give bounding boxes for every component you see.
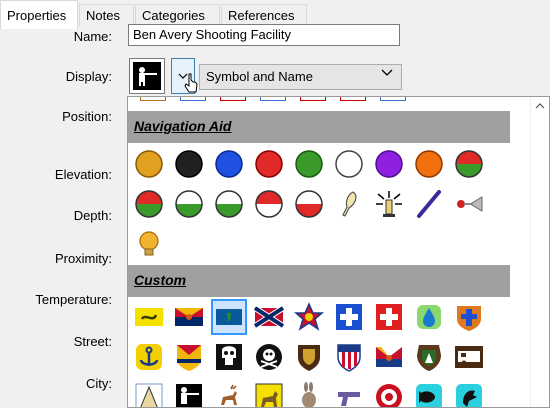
tipi-icon[interactable] <box>133 381 165 407</box>
deer-icon[interactable] <box>213 381 245 407</box>
black-circle-icon[interactable] <box>173 148 205 180</box>
daymark-stick-icon[interactable] <box>413 188 445 220</box>
shield-icon[interactable] <box>293 341 325 373</box>
symbol-picker[interactable]: Navigation Aid Custom <box>127 96 550 408</box>
chevron-down-icon <box>381 69 393 76</box>
orange-circle-icon[interactable] <box>413 148 445 180</box>
anchor-icon[interactable] <box>133 341 165 373</box>
green-red-circle-icon[interactable] <box>133 188 165 220</box>
red-circle-icon[interactable] <box>253 148 285 180</box>
arizona-shield-icon[interactable] <box>373 341 405 373</box>
shield-cross-icon[interactable] <box>453 301 485 333</box>
fish-icon[interactable] <box>413 381 445 407</box>
confederate-flag-icon[interactable] <box>253 301 285 333</box>
symbol-preview[interactable] <box>129 58 165 94</box>
green-circle-icon[interactable] <box>293 148 325 180</box>
shooting-range-icon[interactable] <box>373 381 405 407</box>
skull-crossbones-icon[interactable] <box>253 341 285 373</box>
blue-circle-icon[interactable] <box>213 148 245 180</box>
water-drop-icon[interactable] <box>413 301 445 333</box>
bird-icon[interactable] <box>453 381 485 407</box>
arizona-flag-icon[interactable] <box>173 301 205 333</box>
light-beacon-icon[interactable] <box>373 188 405 220</box>
position-label: Position: <box>62 109 112 124</box>
red-white-circle-icon[interactable] <box>293 188 325 220</box>
feather-icon[interactable] <box>333 188 365 220</box>
scroll-up-icon[interactable] <box>535 101 545 111</box>
moose-icon[interactable] <box>253 381 285 407</box>
rv-camper-icon[interactable] <box>453 341 485 373</box>
pistol-icon[interactable] <box>333 381 365 407</box>
swiss-cross-icon[interactable] <box>373 301 405 333</box>
vermont-flag-icon[interactable] <box>211 299 247 335</box>
shooter-icon <box>133 62 161 90</box>
display-select-value: Symbol and Name <box>206 69 313 84</box>
rabbit-icon[interactable] <box>293 381 325 407</box>
blue-cross-icon[interactable] <box>333 301 365 333</box>
red-green-circle-icon[interactable] <box>453 148 485 180</box>
tab-properties[interactable]: Properties <box>0 0 78 29</box>
name-label: Name: <box>73 29 112 44</box>
proximity-label: Proximity: <box>54 251 112 266</box>
amber-circle-icon[interactable] <box>133 148 165 180</box>
white-green-circle-icon[interactable] <box>173 188 205 220</box>
name-field[interactable]: Ben Avery Shooting Facility <box>128 24 400 46</box>
tab-notes[interactable]: Notes <box>79 4 134 26</box>
arizona-emblem-icon[interactable] <box>173 341 205 373</box>
display-label: Display: <box>65 69 112 84</box>
stripes-shield-icon[interactable] <box>333 341 365 373</box>
section-title: Custom <box>134 272 187 288</box>
mouse-pointer-icon <box>183 72 199 97</box>
city-label: City: <box>86 376 112 391</box>
white-red-circle-icon[interactable] <box>253 188 285 220</box>
vfw-emblem-icon[interactable] <box>293 301 325 333</box>
tab-references[interactable]: References <box>221 4 307 26</box>
properties-panel: Name: Ben Avery Shooting Facility Displa… <box>0 24 550 408</box>
street-label: Street: <box>73 334 112 349</box>
temperature-label: Temperature: <box>35 292 112 307</box>
park-service-icon[interactable] <box>413 341 445 373</box>
gadsden-flag-icon[interactable] <box>133 301 165 333</box>
picker-scrollbar[interactable] <box>530 97 549 407</box>
white-circle-icon[interactable] <box>333 148 365 180</box>
display-select[interactable]: Symbol and Name <box>199 64 402 90</box>
depth-label: Depth: <box>73 208 112 223</box>
section-title: Navigation Aid <box>134 118 232 134</box>
elevation-label: Elevation: <box>54 167 112 182</box>
skull-icon[interactable] <box>213 341 245 373</box>
previous-row-icons <box>132 97 432 103</box>
bulb-icon[interactable] <box>133 228 165 260</box>
section-header-navigation-aid: Navigation Aid <box>128 111 510 143</box>
horn-icon[interactable] <box>453 188 485 220</box>
violet-circle-icon[interactable] <box>373 148 405 180</box>
green-white-circle-icon[interactable] <box>213 188 245 220</box>
shooter-icon[interactable] <box>173 381 205 407</box>
tab-categories[interactable]: Categories <box>135 4 220 26</box>
section-header-custom: Custom <box>128 265 510 297</box>
